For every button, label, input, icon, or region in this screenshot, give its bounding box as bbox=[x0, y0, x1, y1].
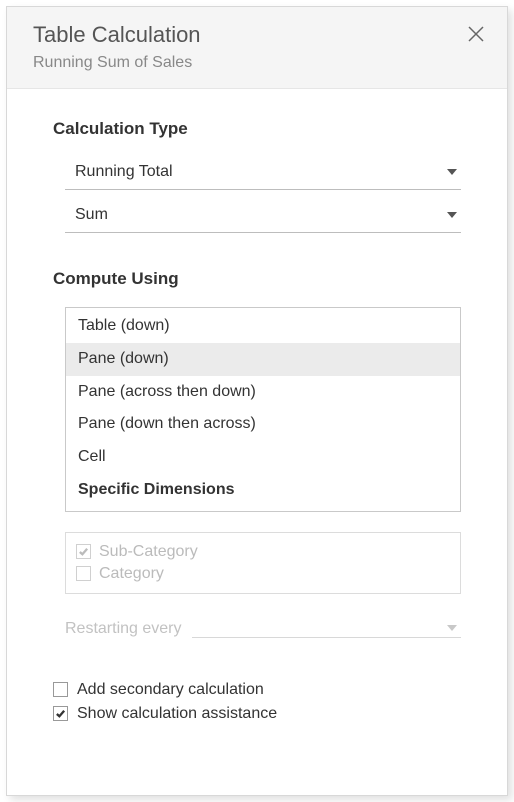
compute-option-cell[interactable]: Cell bbox=[66, 441, 460, 474]
dimension-label: Sub-Category bbox=[99, 543, 198, 561]
calculation-type-value: Running Total bbox=[75, 163, 173, 181]
footer-options: Add secondary calculation Show calculati… bbox=[53, 678, 461, 726]
show-calculation-assistance-label: Show calculation assistance bbox=[77, 705, 277, 723]
compute-using-listbox: Table (down) Pane (down) Pane (across th… bbox=[65, 307, 461, 512]
add-secondary-calculation-label: Add secondary calculation bbox=[77, 681, 264, 699]
dimension-sub-category: Sub-Category bbox=[76, 541, 450, 563]
compute-using-section: Compute Using Table (down) Pane (down) P… bbox=[53, 269, 461, 638]
compute-option-pane-down-then-across[interactable]: Pane (down then across) bbox=[66, 408, 460, 441]
add-secondary-calculation-checkbox[interactable]: Add secondary calculation bbox=[53, 678, 461, 702]
aggregation-value: Sum bbox=[75, 206, 108, 224]
table-calculation-dialog: Table Calculation Running Sum of Sales C… bbox=[6, 6, 508, 796]
checkbox-unchecked-icon bbox=[76, 566, 91, 581]
restarting-every-row: Restarting every bbox=[65, 620, 461, 638]
calculation-type-label: Calculation Type bbox=[53, 119, 461, 139]
dimension-label: Category bbox=[99, 565, 164, 583]
checkbox-checked-icon bbox=[76, 544, 91, 559]
restarting-every-dropdown bbox=[192, 621, 462, 638]
dimension-category: Category bbox=[76, 563, 450, 585]
compute-option-pane-across-then-down[interactable]: Pane (across then down) bbox=[66, 376, 460, 409]
compute-option-specific-dimensions[interactable]: Specific Dimensions bbox=[66, 474, 460, 511]
dimensions-box: Sub-Category Category bbox=[65, 532, 461, 594]
caret-down-icon bbox=[447, 169, 457, 175]
close-icon[interactable] bbox=[465, 23, 487, 50]
compute-option-table-down[interactable]: Table (down) bbox=[66, 308, 460, 343]
dialog-title: Table Calculation bbox=[33, 21, 201, 50]
restarting-every-label: Restarting every bbox=[65, 620, 182, 638]
caret-down-icon bbox=[447, 625, 457, 631]
dialog-header: Table Calculation Running Sum of Sales bbox=[7, 7, 507, 89]
dialog-title-group: Table Calculation Running Sum of Sales bbox=[33, 21, 201, 74]
calculation-type-dropdown[interactable]: Running Total bbox=[65, 157, 461, 190]
compute-using-label: Compute Using bbox=[53, 269, 461, 289]
checkbox-unchecked-icon bbox=[53, 682, 68, 697]
dialog-body: Calculation Type Running Total Sum Compu… bbox=[7, 89, 507, 795]
compute-option-pane-down[interactable]: Pane (down) bbox=[66, 343, 460, 376]
caret-down-icon bbox=[447, 212, 457, 218]
dialog-subtitle: Running Sum of Sales bbox=[33, 52, 201, 74]
show-calculation-assistance-checkbox[interactable]: Show calculation assistance bbox=[53, 702, 461, 726]
checkbox-checked-icon bbox=[53, 706, 68, 721]
aggregation-dropdown[interactable]: Sum bbox=[65, 200, 461, 233]
